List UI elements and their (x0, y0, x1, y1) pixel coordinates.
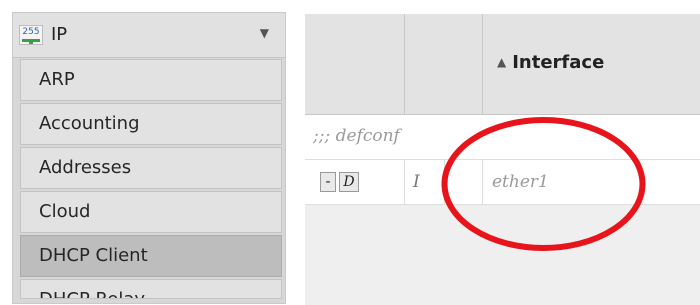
menu-item-addresses[interactable]: Addresses (20, 147, 282, 189)
interface-value: ether1 (492, 172, 549, 192)
collapse-arrow-icon[interactable]: ▼ (260, 26, 269, 40)
row-actions-cell: - D (305, 160, 405, 204)
ip-section-header[interactable]: 255 IP ▼ (13, 13, 285, 58)
column-header-flags[interactable] (405, 14, 483, 114)
table-row[interactable]: - D I ether1 (305, 160, 700, 205)
flag-cell: I (405, 160, 445, 204)
remove-button[interactable]: - (320, 172, 336, 192)
dhcp-client-table: ▲ Interface ;;; defconf - D I ether1 (305, 14, 700, 305)
comment-row[interactable]: ;;; defconf (305, 115, 700, 160)
comment-text: ;;; defconf (313, 126, 400, 146)
ip-submenu: ARP Accounting Addresses Cloud DHCP Clie… (20, 59, 282, 301)
ip-network-icon: 255 (19, 25, 43, 45)
column-header-interface[interactable]: ▲ Interface (483, 14, 700, 114)
interface-column-label: Interface (512, 52, 605, 73)
menu-item-dhcp-relay[interactable]: DHCP Relay (20, 279, 282, 299)
interface-cell[interactable]: ether1 (483, 160, 700, 204)
disable-button[interactable]: D (339, 172, 359, 192)
sidebar-menu: 255 IP ▼ ARP Accounting Addresses Cloud … (12, 12, 286, 304)
table-empty-area (305, 205, 700, 305)
menu-item-cloud[interactable]: Cloud (20, 191, 282, 233)
empty-cell (445, 160, 483, 204)
menu-item-arp[interactable]: ARP (20, 59, 282, 101)
column-header-actions[interactable] (305, 14, 405, 114)
invalid-flag: I (413, 172, 420, 192)
section-title: IP (51, 24, 68, 45)
table-header: ▲ Interface (305, 14, 700, 115)
menu-item-accounting[interactable]: Accounting (20, 103, 282, 145)
menu-item-dhcp-client[interactable]: DHCP Client (20, 235, 282, 277)
sort-ascending-icon: ▲ (497, 55, 507, 69)
